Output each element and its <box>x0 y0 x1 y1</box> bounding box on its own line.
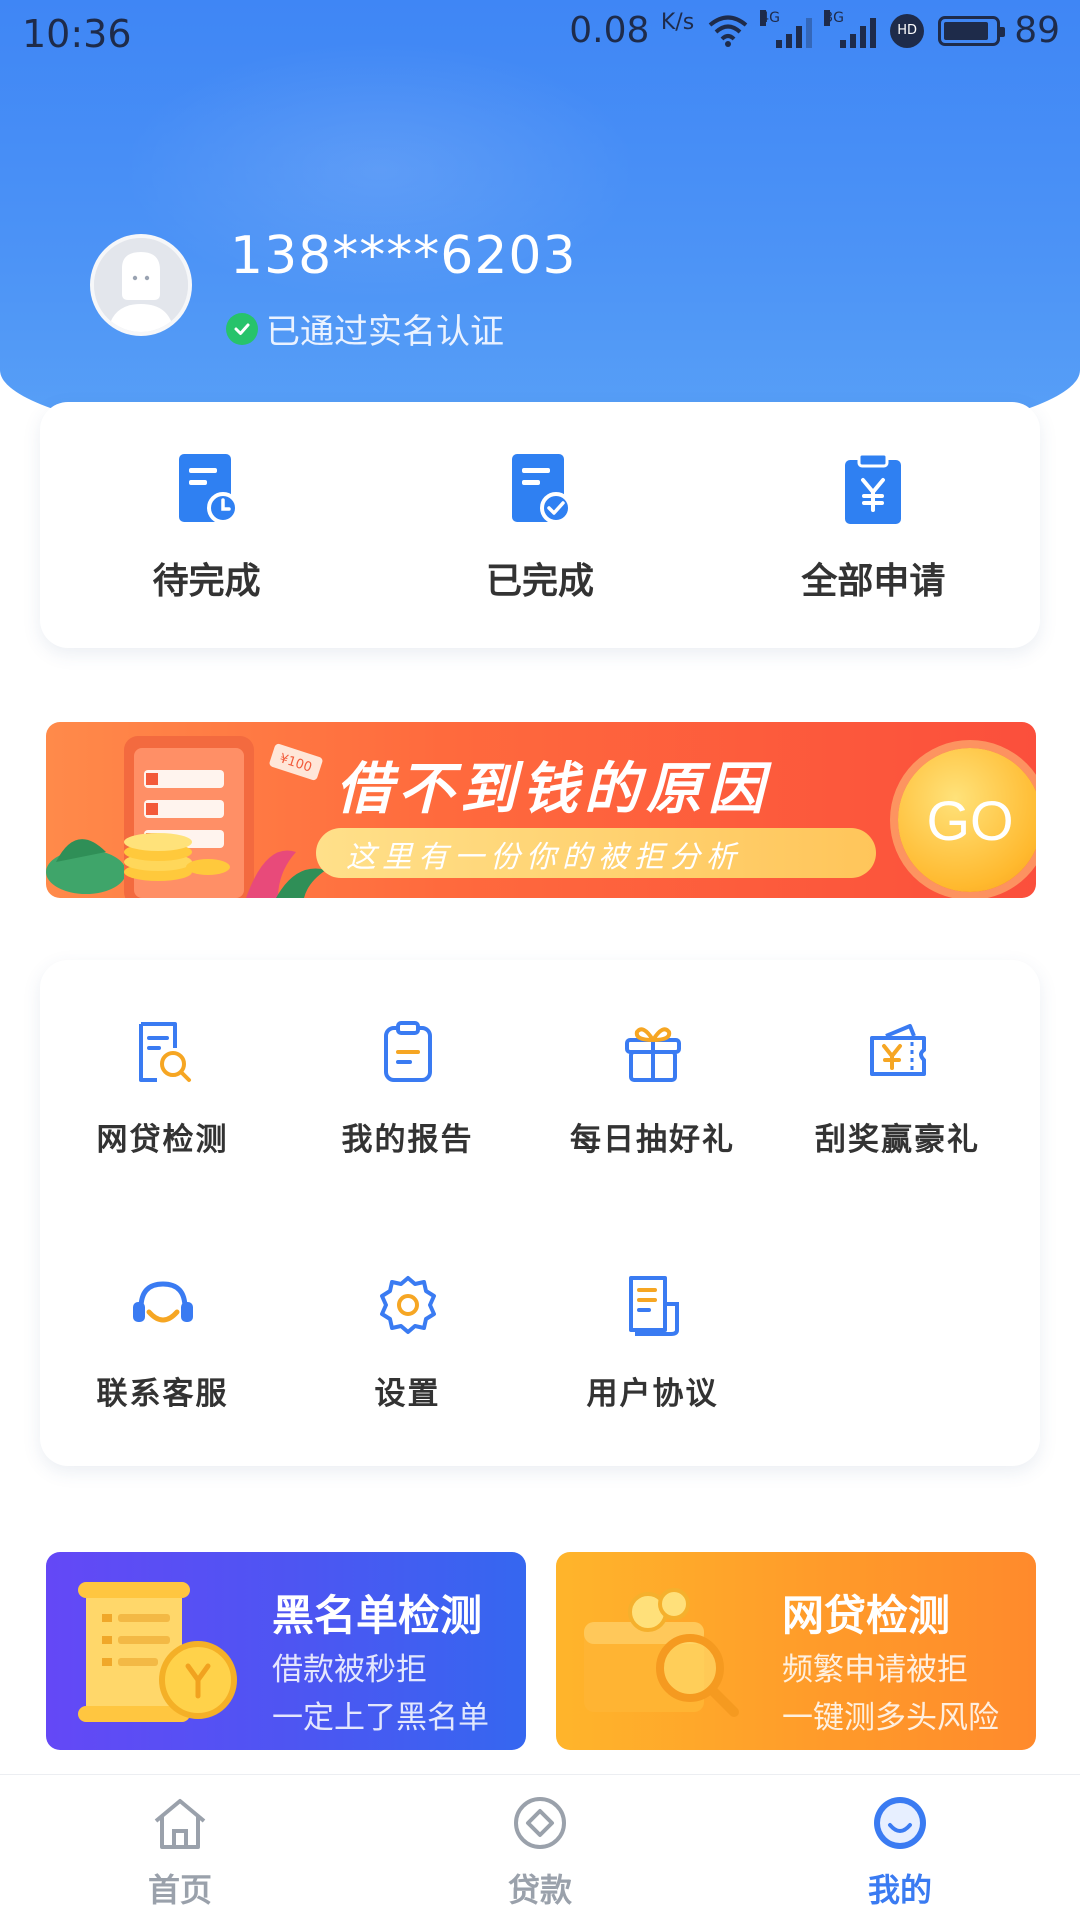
agreement-icon <box>628 1276 679 1336</box>
verified-check-icon <box>226 312 258 345</box>
tab-loan-label: 贷款 <box>507 1871 572 1909</box>
status-time: 10:36 <box>22 12 132 56</box>
home-icon <box>154 1799 206 1849</box>
profile-face-icon <box>874 1797 926 1849</box>
blacklist-line1: 借款被秒拒 <box>272 1652 427 1688</box>
sim2-label: 3G <box>824 9 844 26</box>
sim1-label: 4G <box>760 9 780 26</box>
order-pending-button[interactable]: 待完成 <box>40 402 373 648</box>
battery-fill <box>944 21 989 40</box>
doc-search-icon <box>138 1022 191 1082</box>
loan-check-title: 网贷检测 <box>782 1591 951 1640</box>
battery-icon <box>938 15 1006 46</box>
gift-icon <box>624 1027 681 1082</box>
menu-settings[interactable]: 设置 <box>285 1274 530 1413</box>
menu-scratch-prize-label: 刮奖赢豪礼 <box>815 1122 980 1158</box>
status-bar: 10:36 0.08 K/s 4G 3G HD 89 <box>0 0 1080 66</box>
scroll-coin-illustration <box>78 1582 237 1722</box>
battery-level: 89 <box>1014 10 1060 51</box>
clipboard-yen-icon <box>845 452 902 524</box>
ticket-icon <box>869 1024 926 1076</box>
menu-daily-gift-label: 每日抽好礼 <box>570 1122 735 1158</box>
blacklist-check-card[interactable]: 黑名单检测 借款被秒拒 一定上了黑名单 <box>46 1552 526 1750</box>
headset-icon <box>132 1281 193 1323</box>
blacklist-title: 黑名单检测 <box>272 1591 483 1640</box>
tab-mine[interactable]: 我的 <box>720 1775 1080 1920</box>
order-completed-button[interactable]: 已完成 <box>373 402 706 648</box>
loan-icon <box>514 1797 566 1849</box>
menu-loan-check-label: 网贷检测 <box>96 1122 229 1158</box>
menu-customer-service-label: 联系客服 <box>96 1376 229 1412</box>
bottom-tab-bar: 首页 贷款 我的 <box>0 1774 1080 1920</box>
status-indicators: 0.08 K/s 4G 3G HD 89 <box>569 9 1060 51</box>
order-all-label: 全部申请 <box>801 561 946 602</box>
menu-loan-check[interactable]: 网贷检测 <box>40 1020 285 1159</box>
menu-user-agreement[interactable]: 用户协议 <box>530 1274 775 1413</box>
report-icon <box>383 1021 432 1082</box>
tab-home-label: 首页 <box>147 1871 212 1909</box>
phone-number: 138****6203 <box>230 226 577 286</box>
net-speed: 0.08 K/s <box>569 10 694 51</box>
menu-daily-gift[interactable]: 每日抽好礼 <box>530 1020 775 1159</box>
menu-scratch-prize[interactable]: 刮奖赢豪礼 <box>775 1020 1020 1159</box>
menu-my-report-label: 我的报告 <box>341 1122 474 1158</box>
verified-text: 已通过实名认证 <box>266 312 504 352</box>
tab-mine-label: 我的 <box>867 1871 932 1909</box>
loan-check-card[interactable]: 网贷检测 频繁申请被拒 一键测多头风险 <box>556 1552 1036 1750</box>
loan-check-line1: 频繁申请被拒 <box>782 1652 968 1688</box>
net-speed-unit: K/s <box>660 10 695 35</box>
wallet-magnifier-illustration <box>584 1588 739 1717</box>
net-speed-value: 0.08 <box>569 10 650 51</box>
verification-status: 已通过实名认证 <box>226 304 504 353</box>
avatar[interactable] <box>90 234 192 336</box>
blacklist-line2: 一定上了黑名单 <box>272 1700 489 1736</box>
loan-check-line2: 一键测多头风险 <box>782 1700 999 1736</box>
order-all-button[interactable]: 全部申请 <box>707 402 1040 648</box>
gear-icon <box>379 1276 436 1334</box>
pending-doc-icon <box>178 454 239 524</box>
order-completed-label: 已完成 <box>485 561 594 602</box>
completed-doc-icon <box>511 454 572 524</box>
order-pending-label: 待完成 <box>152 561 261 602</box>
banner-subtitle: 这里有一份你的被拒分析 <box>346 840 742 875</box>
wifi-icon <box>708 15 748 47</box>
menu-settings-label: 设置 <box>374 1376 441 1412</box>
rejection-analysis-banner[interactable]: ¥100 借不到钱的原因 这里有一份你的被拒分析 GO <box>46 722 1036 898</box>
hd-voice-icon: HD <box>890 13 925 48</box>
banner-title: 借不到钱的原因 <box>336 757 770 822</box>
menu-customer-service[interactable]: 联系客服 <box>40 1274 285 1413</box>
menu-my-report[interactable]: 我的报告 <box>285 1020 530 1159</box>
feature-menu-card: 网贷检测 我的报告 每日抽好礼 刮奖赢豪礼 联系客服 设置 用户协议 <box>40 960 1040 1466</box>
tab-home[interactable]: 首页 <box>0 1775 360 1920</box>
phone-illustration: ¥100 <box>46 736 326 898</box>
default-avatar-icon <box>94 238 188 332</box>
banner-go-button[interactable]: GO <box>898 748 1036 892</box>
menu-user-agreement-label: 用户协议 <box>586 1376 719 1412</box>
tab-loan[interactable]: 贷款 <box>360 1775 720 1920</box>
signal-sim1-icon: 4G <box>760 9 813 48</box>
order-status-card: 待完成 已完成 全部申请 <box>40 402 1040 648</box>
signal-sim2-icon: 3G <box>824 9 877 48</box>
